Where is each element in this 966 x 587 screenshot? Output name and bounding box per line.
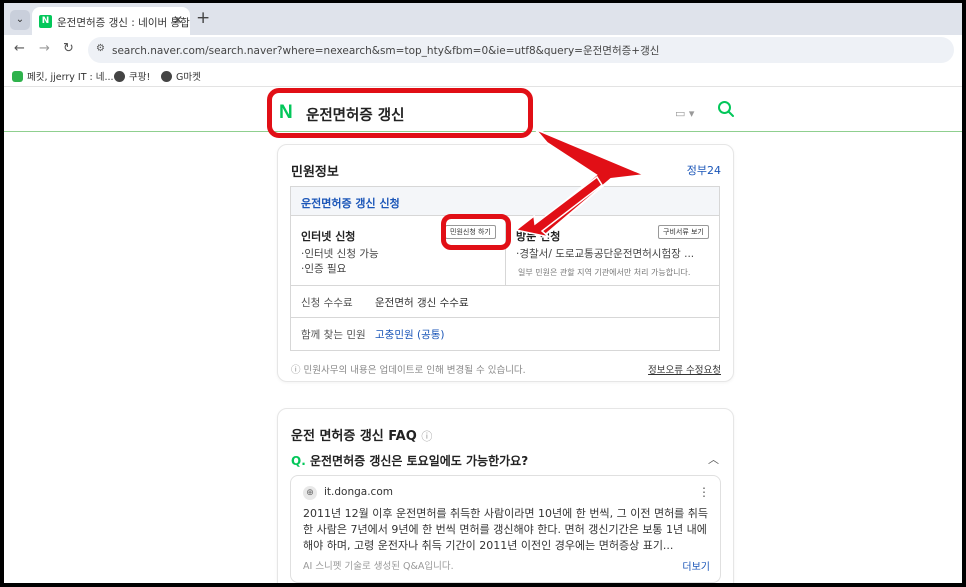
bookmarks-bar: 페킷, jjerry IT : 네... 쿠팡! G마켓 [4,65,962,87]
tab-search-icon[interactable]: ⌄ [10,10,30,30]
bookmark-item[interactable]: 페킷, jjerry IT : 네... [12,69,114,83]
globe-icon: ⊕ [303,486,317,500]
card-title: 민원정보 [291,165,339,180]
tab-title: 운전면허증 갱신 : 네이버 통합 [57,17,190,29]
faq-question[interactable]: Q. 운전면허증 갱신은 토요일에도 가능한가요? [291,452,528,469]
address-bar[interactable]: ⚙ search.naver.com/search.naver?where=ne… [88,37,954,63]
report-error-link[interactable]: 정보오류 수정요청 [648,362,721,376]
url-text: search.naver.com/search.naver?where=nexe… [112,45,660,57]
related-link[interactable]: 고충민원 (공통) [375,327,445,342]
update-notice: ⓘ 민원사무의 내용은 업데이트로 인해 변경될 수 있습니다. [291,365,526,376]
internet-apply-detail: ·인터넷 신청 가능 [301,248,379,260]
see-more-link[interactable]: 더보기 [682,558,710,573]
fee-label: 신청 수수료 [301,297,353,309]
tab-strip: ⌄ N 운전면허증 갱신 : 네이버 통합 ✕ + [4,3,962,35]
more-options-icon[interactable]: ⋮ [698,485,710,499]
info-icon: ⓘ [291,365,304,376]
search-highlight-box [267,88,533,138]
new-tab-icon[interactable]: + [196,8,210,28]
internet-apply-label: 인터넷 신청 [301,230,356,243]
service-title[interactable]: 운전면허증 갱신 신청 [291,187,719,216]
answer-text: 2011년 12월 이후 운전면허를 취득한 사람이라면 10년에 한 번씩, … [303,507,709,552]
required-docs-button[interactable]: 구비서류 보기 [658,225,709,239]
active-tab[interactable]: N 운전면허증 갱신 : 네이버 통합 ✕ [32,7,190,35]
service-table: 운전면허증 갱신 신청 인터넷 신청 민원신청 하기 ·인터넷 신청 가능 ·인… [290,186,720,351]
faq-card: 운전 면허증 갱신 FAQ ⓘ Q. 운전면허증 갱신은 토요일에도 가능한가요… [277,408,734,583]
info-icon[interactable]: ⓘ [421,430,432,443]
browser-toolbar: ← → ↻ ⚙ search.naver.com/search.naver?wh… [4,35,962,65]
visit-apply-label: 방문 신청 [516,230,561,243]
bookmark-item[interactable]: 쿠팡! [114,69,150,83]
search-icon[interactable] [717,100,735,118]
faq-answer-box: ⊕ it.donga.com ⋮ 2011년 12월 이후 운전면허를 취득한 … [290,475,721,583]
keyboard-icon[interactable]: ▭ ▾ [675,107,694,120]
bookmark-item[interactable]: G마켓 [161,69,201,83]
site-info-icon[interactable]: ⚙ [96,43,105,54]
related-row: 함께 찾는 민원 고충민원 (공통) [291,318,719,350]
apply-button-highlight-box [441,214,511,250]
reload-icon[interactable]: ↻ [63,41,74,56]
naver-favicon-icon: N [39,15,52,28]
visit-apply-section: 방문 신청 구비서류 보기 ·경찰서/ 도로교통공단운전면허시험장 ... 일부… [506,216,719,286]
answer-source[interactable]: it.donga.com [324,486,393,498]
chevron-up-icon[interactable]: ︿ [708,451,719,467]
globe-icon [161,71,172,82]
visit-apply-note: 일부 민원은 관할 지역 기관에서만 처리 가능합니다. [518,268,691,277]
fee-row: 신청 수수료 운전면허 갱신 수수료 [291,286,719,318]
fee-value: 운전면허 갱신 수수료 [375,297,469,309]
visit-apply-detail: ·경찰서/ 도로교통공단운전면허시험장 ... [516,248,695,260]
faq-title: 운전 면허증 갱신 FAQ ⓘ [291,429,433,444]
civil-info-card: 민원정보 정부24 운전면허증 갱신 신청 인터넷 신청 민원신청 하기 ·인터… [277,144,734,382]
globe-icon [114,71,125,82]
browser-window: ⌄ N 운전면허증 갱신 : 네이버 통합 ✕ + ← → ↻ ⚙ search… [4,3,962,583]
forward-icon[interactable]: → [39,41,50,56]
related-label: 함께 찾는 민원 [301,329,366,341]
source-link[interactable]: 정부24 [687,162,721,178]
internet-apply-detail: ·인증 필요 [301,263,347,275]
close-tab-icon[interactable]: ✕ [173,13,183,27]
ai-snippet-note: AI 스니펫 기술로 생성된 Q&A입니다. [303,561,454,572]
chat-icon [12,71,23,82]
back-icon[interactable]: ← [14,41,25,56]
